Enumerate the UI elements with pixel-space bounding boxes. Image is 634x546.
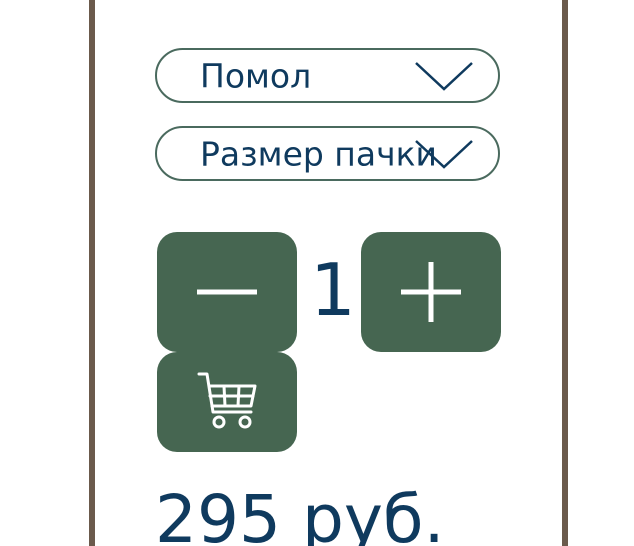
grind-select-label: Помол (200, 56, 312, 95)
plus-icon (401, 262, 461, 322)
cart-icon (197, 372, 257, 429)
decrease-quantity-button[interactable] (157, 232, 297, 352)
card-border-right (562, 0, 568, 546)
chevron-down-icon (415, 62, 473, 91)
card-border-left (89, 0, 95, 546)
product-card: Помол Размер пачки 1 295 руб. (0, 0, 634, 546)
add-to-cart-button[interactable] (157, 352, 297, 452)
pack-size-select-label: Размер пачки (200, 134, 437, 173)
minus-icon (197, 289, 257, 295)
product-price: 295 руб. (155, 481, 445, 546)
chevron-down-icon (415, 140, 473, 169)
pack-size-select[interactable]: Размер пачки (155, 126, 500, 181)
increase-quantity-button[interactable] (361, 232, 501, 352)
quantity-value: 1 (310, 248, 356, 332)
grind-select[interactable]: Помол (155, 48, 500, 103)
